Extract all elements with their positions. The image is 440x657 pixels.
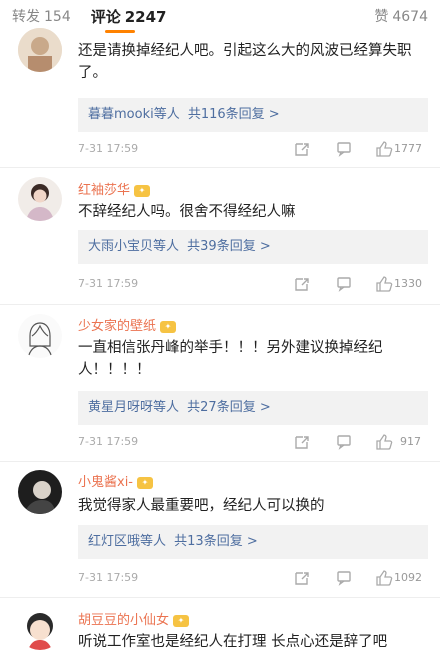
divider (0, 597, 440, 598)
comment-meta: 7-31 17:59 1092 (78, 568, 428, 588)
comment-time: 7-31 17:59 (78, 142, 139, 155)
share-icon[interactable] (292, 139, 312, 159)
comment-icon[interactable] (334, 139, 354, 159)
username[interactable]: 小鬼酱xi- ✦ (78, 471, 153, 490)
comment-text: 听说工作室也是经纪人在打理 长点心还是辞了吧 (78, 634, 388, 650)
comment-text: 不辞经纪人吗。很舍不得经纪人嘛 (78, 204, 296, 220)
replies-count: 共39条回复 > (187, 239, 271, 254)
vip-badge-icon: ✦ (137, 476, 153, 489)
comment-icon[interactable] (334, 432, 354, 452)
comment-time: 7-31 17:59 (78, 571, 139, 584)
tab-comments[interactable]: 评论 2247 (90, 6, 167, 33)
tab-comments-count: 2247 (124, 7, 167, 26)
replies-count: 共13条回复 > (174, 534, 258, 549)
share-icon[interactable] (292, 274, 312, 294)
username-text: 红袖莎华 (78, 183, 131, 198)
divider (0, 167, 440, 168)
avatar[interactable] (18, 28, 62, 72)
avatar-image (18, 177, 62, 221)
avatar[interactable] (18, 177, 62, 221)
avatar-image (18, 314, 62, 358)
username-text: 少女家的壁纸 (78, 319, 157, 334)
thumbs-up-icon[interactable] (374, 568, 394, 588)
replies-by: 暮暮mooki等人 (88, 107, 180, 122)
comment-icon[interactable] (334, 274, 354, 294)
tab-likes-label: 赞 (374, 9, 389, 25)
tab-reposts-label: 转发 (12, 9, 40, 25)
comment-text: 一直相信张丹峰的举手！！！另外建议换掉经纪人！！！！ (78, 340, 383, 378)
thumbs-up-icon[interactable] (374, 274, 394, 294)
share-icon[interactable] (292, 568, 312, 588)
tab-comments-label: 评论 (90, 7, 121, 26)
thumbs-up-icon[interactable] (374, 432, 394, 452)
comment-time: 7-31 17:59 (78, 277, 139, 290)
tab-reposts-count: 154 (44, 9, 71, 25)
vip-badge-icon: ✦ (173, 614, 190, 627)
share-icon[interactable] (292, 432, 312, 452)
comment-meta: 7-31 17:59 917 (78, 432, 428, 452)
username-text: 小鬼酱xi- (78, 475, 133, 490)
vip-badge-icon: ✦ (160, 320, 177, 333)
divider (0, 304, 440, 305)
tab-reposts[interactable]: 转发 154 (12, 6, 71, 26)
replies-by: 大雨小宝贝等人 (88, 239, 180, 254)
tab-likes-count: 4674 (392, 9, 428, 25)
replies-count: 共27条回复 > (187, 400, 271, 415)
replies-by: 红灯区哦等人 (88, 534, 167, 549)
comment-icon[interactable] (334, 568, 354, 588)
replies-link[interactable]: 红灯区哦等人 共13条回复 > (78, 525, 428, 559)
vip-badge-icon: ✦ (134, 184, 151, 197)
avatar[interactable] (18, 314, 62, 358)
tab-bar: 转发 154 评论 2247 赞 4674 (0, 0, 440, 33)
username[interactable]: 红袖莎华 ✦ (78, 179, 151, 198)
like-count: 917 (400, 435, 421, 448)
username-text: 胡豆豆的小仙女 (78, 613, 170, 628)
comment-text: 还是请换掉经纪人吧。引起这么大的风波已经算失职了。 (78, 43, 412, 81)
avatar[interactable] (18, 606, 62, 650)
replies-count: 共116条回复 > (187, 107, 280, 122)
divider (0, 461, 440, 462)
like-count: 1092 (394, 571, 422, 584)
replies-link[interactable]: 暮暮mooki等人 共116条回复 > (78, 98, 428, 132)
tab-likes[interactable]: 赞 4674 (374, 6, 428, 26)
avatar-image (18, 606, 62, 650)
comment-meta: 7-31 17:59 1777 (78, 139, 428, 159)
comment-text: 我觉得家人最重要吧，经纪人可以换的 (78, 498, 325, 514)
like-count: 1777 (394, 142, 422, 155)
username[interactable]: 胡豆豆的小仙女 ✦ (78, 609, 190, 628)
comment-meta: 7-31 17:59 1330 (78, 274, 428, 294)
replies-by: 黄星月呀呀等人 (88, 400, 180, 415)
like-count: 1330 (394, 277, 422, 290)
replies-link[interactable]: 黄星月呀呀等人 共27条回复 > (78, 391, 428, 425)
username[interactable]: 少女家的壁纸 ✦ (78, 315, 177, 334)
avatar-image (18, 470, 62, 514)
thumbs-up-icon[interactable] (374, 139, 394, 159)
avatar[interactable] (18, 470, 62, 514)
replies-link[interactable]: 大雨小宝贝等人 共39条回复 > (78, 230, 428, 264)
avatar-image (18, 28, 62, 72)
comment-time: 7-31 17:59 (78, 435, 139, 448)
